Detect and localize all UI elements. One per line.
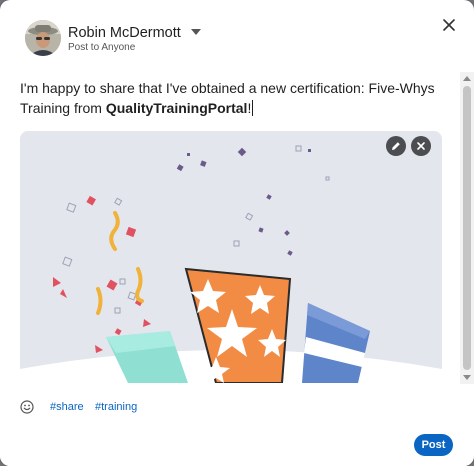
caret-down-icon[interactable] <box>190 28 201 35</box>
hashtag-share[interactable]: #share <box>50 401 84 413</box>
emoji-icon[interactable] <box>20 400 34 414</box>
remove-image-button[interactable] <box>411 136 431 156</box>
close-icon <box>443 19 455 31</box>
post-text-mention: QualityTrainingPortal <box>105 100 248 116</box>
audience-label[interactable]: Post to Anyone <box>68 42 135 53</box>
post-text-end: ! <box>247 100 252 116</box>
pencil-icon <box>392 142 400 150</box>
scroll-down-arrow[interactable] <box>463 375 471 380</box>
avatar <box>25 20 61 56</box>
text-cursor <box>252 100 254 116</box>
scroll-up-arrow[interactable] <box>463 76 471 81</box>
close-button[interactable] <box>438 14 460 36</box>
attached-image <box>20 131 442 383</box>
scroll-thumb[interactable] <box>463 86 471 370</box>
author-name: Robin McDermott <box>68 25 181 41</box>
hashtag-training[interactable]: #training <box>95 401 137 413</box>
author-selector[interactable]: Robin McDermott <box>68 25 201 41</box>
post-text-editor[interactable]: I'm happy to share that I've obtained a … <box>20 78 450 118</box>
edit-image-button[interactable] <box>386 136 406 156</box>
composer-footer: #share #training Post <box>0 384 474 466</box>
scrollbar[interactable] <box>460 72 474 384</box>
celebration-illustration <box>20 145 442 383</box>
remove-image-icon <box>417 142 425 150</box>
share-post-modal: Robin McDermott Post to Anyone I'm happy… <box>0 0 474 466</box>
post-button[interactable]: Post <box>414 434 453 456</box>
avatar-photo <box>25 20 61 56</box>
